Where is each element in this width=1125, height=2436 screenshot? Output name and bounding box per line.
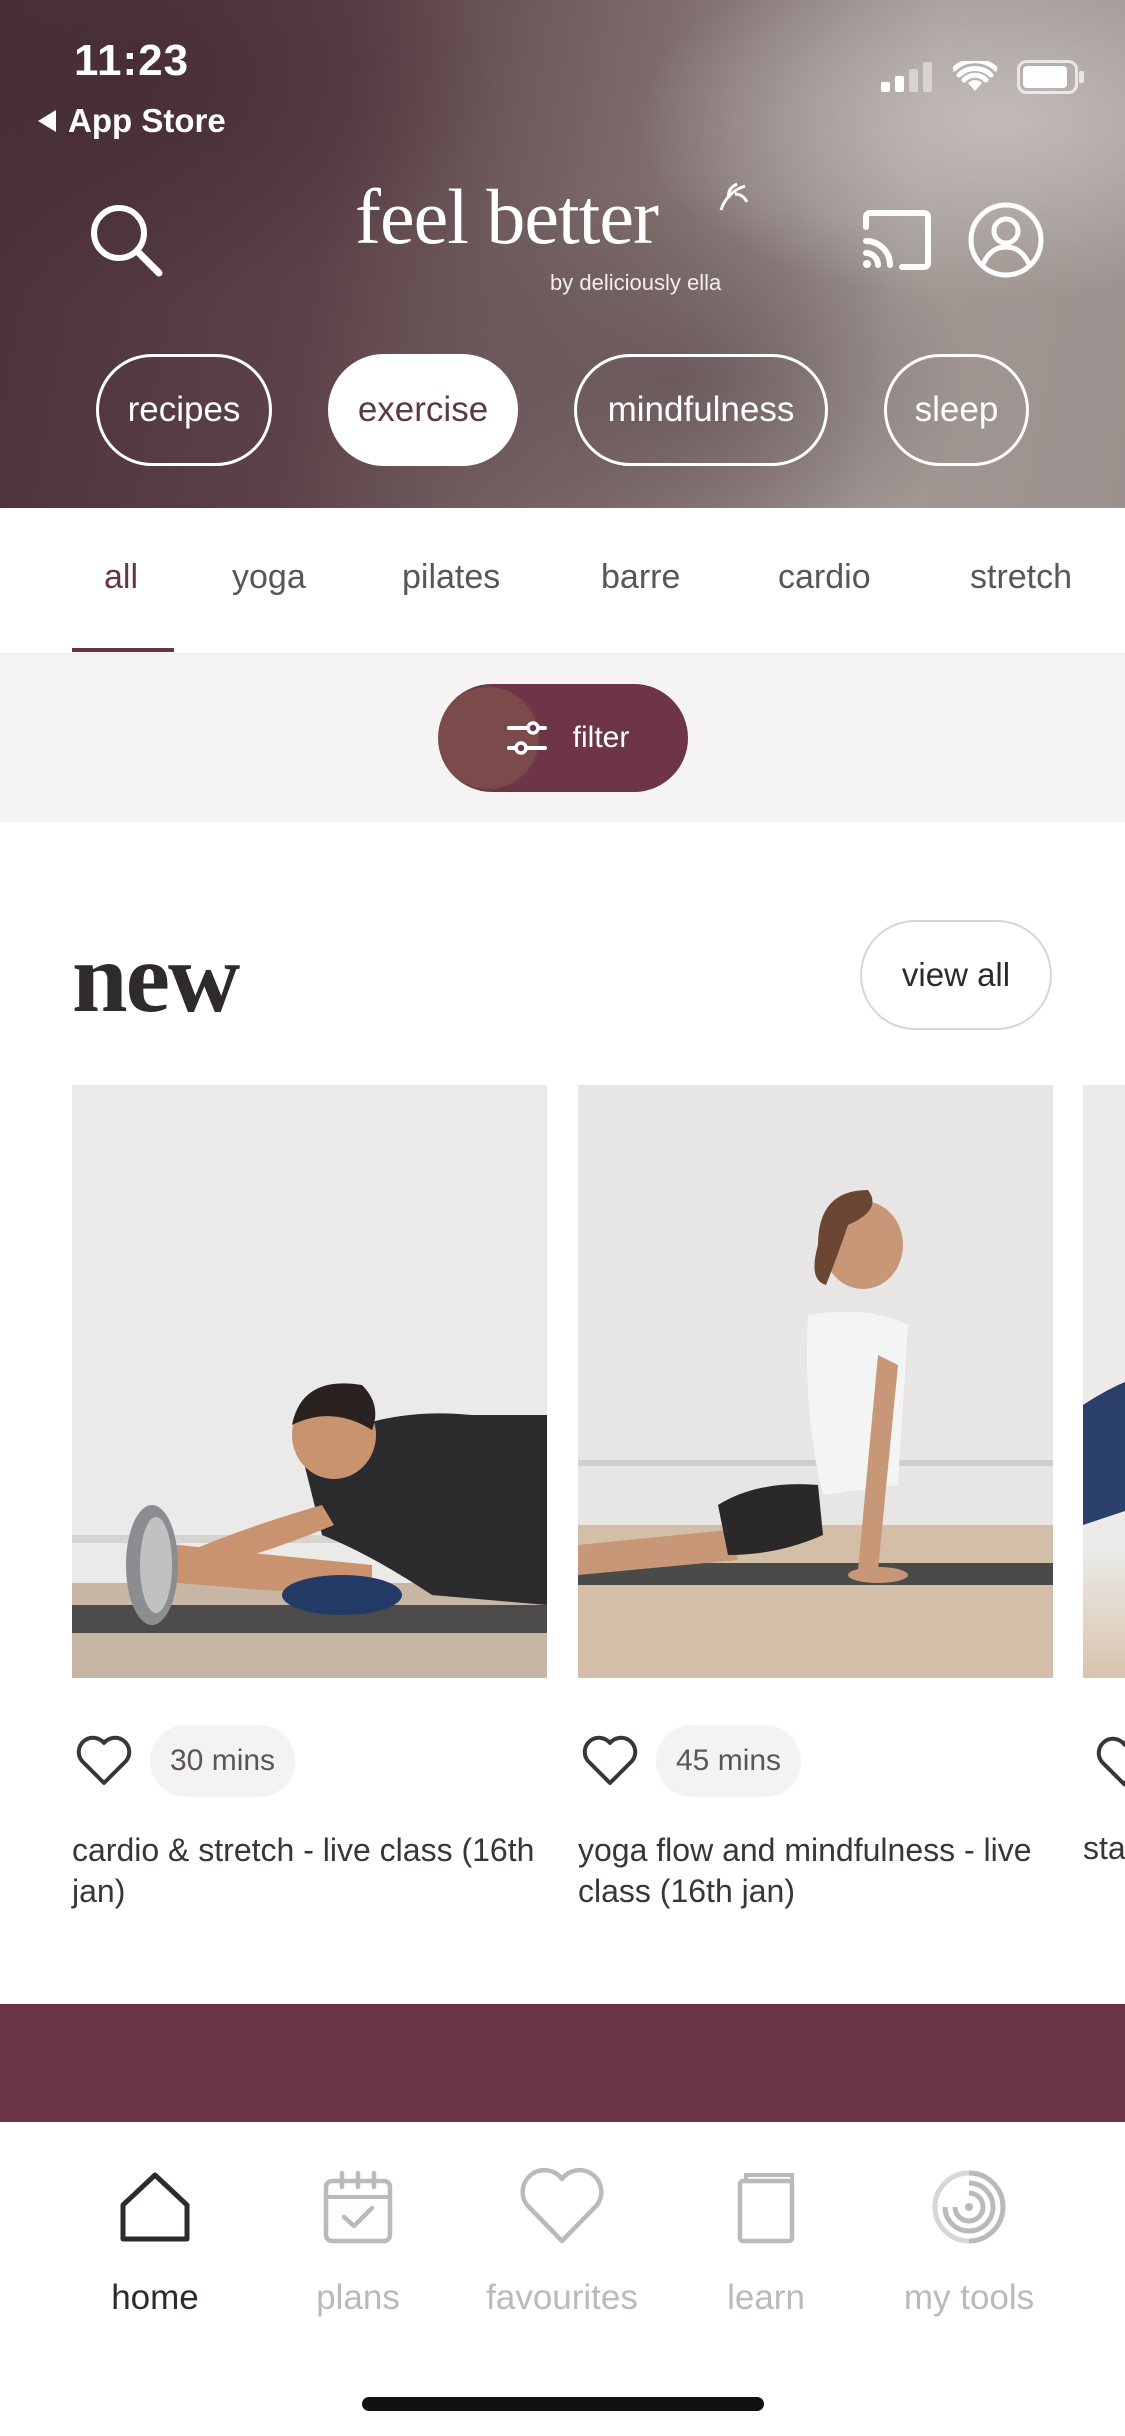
partial-class-image xyxy=(1083,1381,1125,1525)
leaf-sprig-icon xyxy=(719,182,749,211)
status-icons xyxy=(881,60,1085,94)
class-thumbnail-stretch[interactable] xyxy=(72,1085,547,1678)
stretching-man-image xyxy=(72,1085,547,1678)
class-title-partial[interactable]: sta xyxy=(1083,1830,1125,1867)
header: 11:23 App Store feel better by delicious… xyxy=(0,0,1125,508)
cellular-signal-icon xyxy=(881,62,932,92)
cast-button[interactable] xyxy=(858,205,934,275)
tab-plans[interactable]: plans xyxy=(258,2162,458,2318)
tab-stretch[interactable]: stretch xyxy=(970,558,1072,597)
tools-spiral-icon xyxy=(932,2170,1006,2244)
class-title[interactable]: yoga flow and mindfulness - live class (… xyxy=(578,1830,1053,1912)
tab-my-tools[interactable]: my tools xyxy=(869,2162,1069,2318)
cast-icon xyxy=(863,210,931,270)
favourite-heart-icon[interactable] xyxy=(578,1729,642,1793)
section-title-new: new xyxy=(72,922,240,1033)
app-logo: feel better by deliciously ella xyxy=(355,178,755,298)
yoga-woman-image xyxy=(578,1085,1053,1678)
filter-button[interactable]: filter xyxy=(438,684,688,792)
duration-badge: 45 mins xyxy=(656,1725,802,1797)
back-link-label: App Store xyxy=(68,102,226,139)
profile-icon xyxy=(968,202,1044,278)
tab-learn-label: learn xyxy=(727,2278,805,2317)
class-thumbnail-yoga[interactable] xyxy=(578,1085,1053,1678)
exercise-type-tabs: all yoga pilates barre cardio stretch xyxy=(0,508,1125,654)
class-meta: 45 mins xyxy=(578,1725,802,1797)
category-exercise[interactable]: exercise xyxy=(328,354,518,466)
tab-home-label: home xyxy=(111,2278,199,2317)
tab-my-tools-label: my tools xyxy=(903,2278,1035,2317)
tab-favourites[interactable]: favourites xyxy=(462,2162,662,2318)
wifi-icon xyxy=(953,61,997,91)
class-card[interactable]: 45 mins yoga flow and mindfulness - live… xyxy=(578,1085,1053,1909)
tab-learn[interactable]: learn xyxy=(666,2162,866,2318)
category-mindfulness[interactable]: mindfulness xyxy=(574,354,828,466)
calendar-check-icon xyxy=(323,2170,393,2244)
tab-pilates[interactable]: pilates xyxy=(402,558,500,597)
tab-barre[interactable]: barre xyxy=(601,558,680,597)
category-sleep[interactable]: sleep xyxy=(884,354,1029,466)
book-icon xyxy=(737,2173,795,2244)
category-recipes[interactable]: recipes xyxy=(96,354,272,466)
home-indicator xyxy=(362,2397,764,2411)
duration-badge: 30 mins xyxy=(150,1725,296,1797)
bottom-tab-bar: home plans favourites learn my tools xyxy=(0,2122,1125,2436)
tab-favourites-label: favourites xyxy=(486,2278,638,2317)
tab-plans-label: plans xyxy=(316,2278,400,2317)
sliders-icon xyxy=(506,721,547,755)
favourite-heart-icon[interactable] xyxy=(1092,1730,1125,1794)
active-tab-indicator xyxy=(72,648,174,652)
class-title[interactable]: cardio & stretch - live class (16th jan) xyxy=(72,1830,547,1912)
home-icon xyxy=(120,2172,190,2242)
filter-label: filter xyxy=(572,721,630,754)
logo-text: feel better xyxy=(355,173,659,260)
category-pills: recipes exercise mindfulness sleep xyxy=(0,354,1125,466)
filter-bar: filter xyxy=(0,654,1125,822)
battery-icon xyxy=(1017,60,1084,94)
heart-icon xyxy=(520,2167,604,2244)
view-all-button[interactable]: view all xyxy=(860,920,1052,1030)
tab-yoga[interactable]: yoga xyxy=(232,558,306,597)
tab-home[interactable]: home xyxy=(55,2162,255,2318)
search-icon xyxy=(91,205,163,277)
tab-all[interactable]: all xyxy=(104,558,138,597)
class-thumbnail-partial[interactable] xyxy=(1083,1085,1125,1678)
class-card[interactable]: 30 mins cardio & stretch - live class (1… xyxy=(72,1085,547,1909)
favourite-heart-icon[interactable] xyxy=(72,1729,136,1793)
back-arrow-icon xyxy=(38,110,56,132)
status-time: 11:23 xyxy=(74,36,190,85)
logo-subtitle: by deliciously ella xyxy=(550,270,722,295)
profile-button[interactable] xyxy=(966,200,1046,280)
class-meta: 30 mins xyxy=(72,1725,296,1797)
back-to-app-store-link[interactable]: App Store xyxy=(38,102,226,140)
tab-cardio[interactable]: cardio xyxy=(778,558,871,597)
promo-banner[interactable] xyxy=(0,2004,1125,2122)
search-button[interactable] xyxy=(86,200,166,280)
